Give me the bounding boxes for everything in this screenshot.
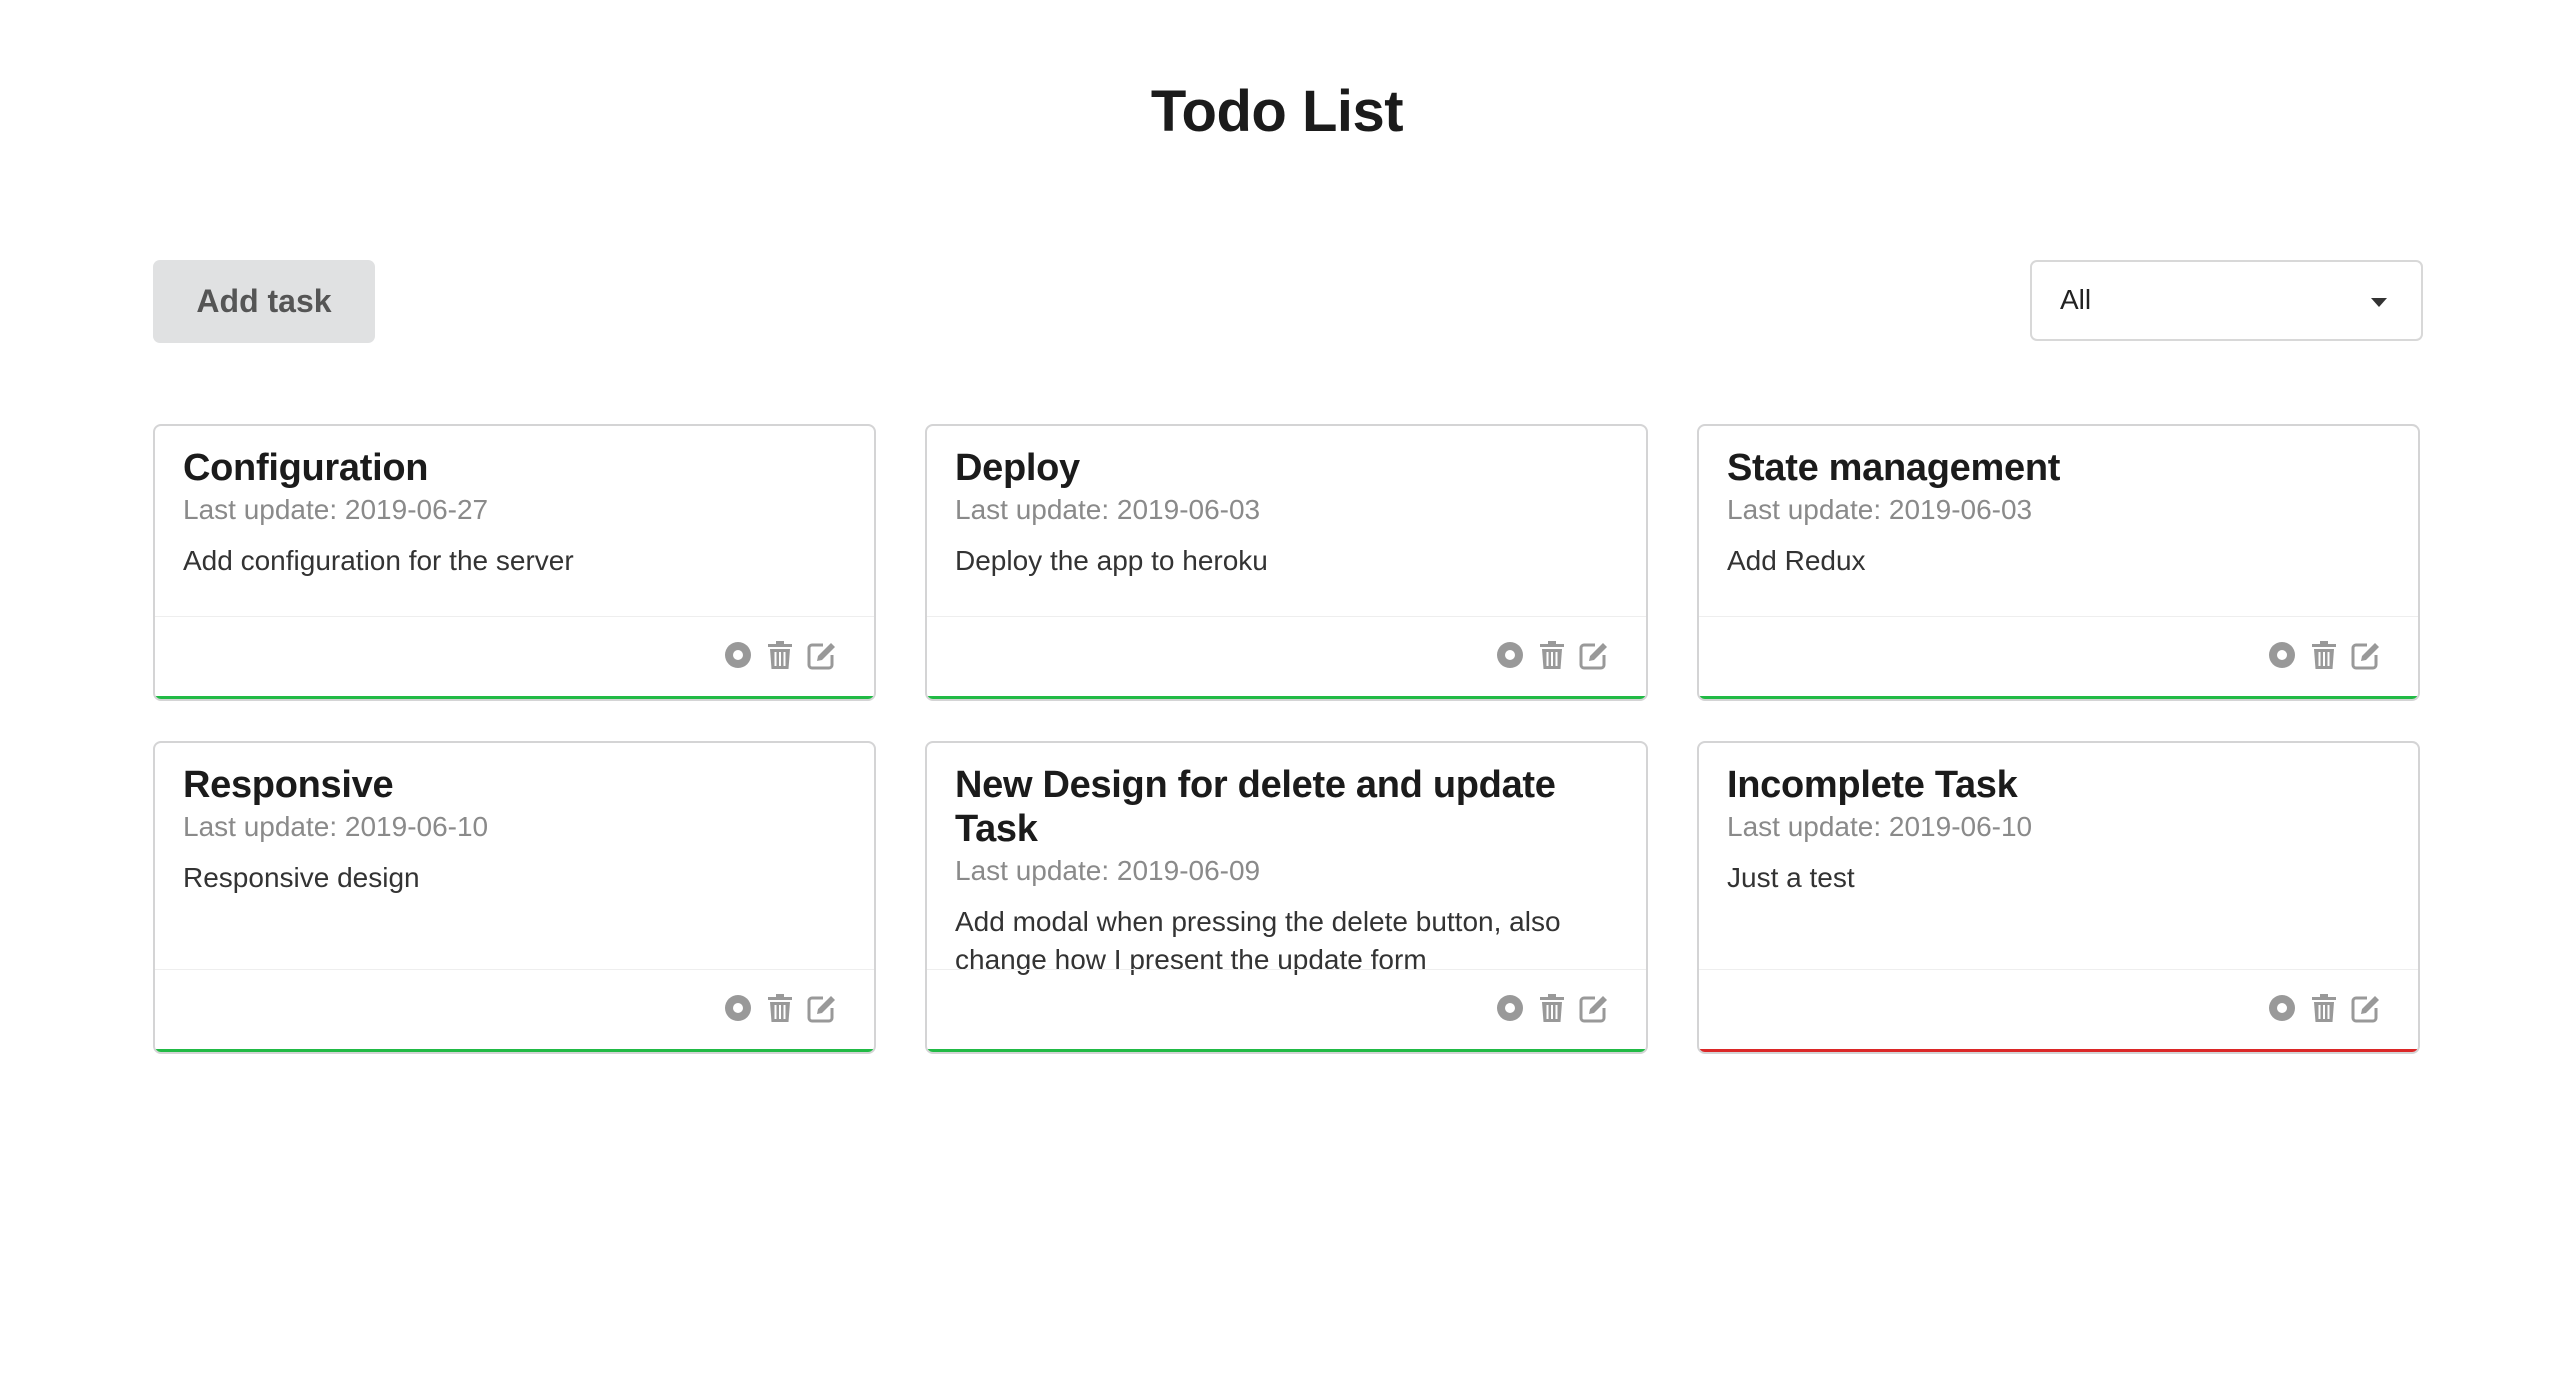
task-title: Deploy — [955, 447, 1080, 489]
task-card: New Design for delete and update Task La… — [925, 741, 1648, 1054]
circle-icon[interactable] — [1494, 639, 1526, 671]
task-card: Deploy Last update: 2019-06-03 Deploy th… — [925, 424, 1648, 701]
status-bar — [1699, 1049, 2418, 1052]
trash-icon[interactable] — [2308, 639, 2340, 671]
circle-icon[interactable] — [722, 992, 754, 1024]
status-bar — [927, 1049, 1646, 1052]
task-description: Deploy the app to heroku — [955, 545, 1268, 576]
task-card: Incomplete Task Last update: 2019-06-10 … — [1697, 741, 2420, 1054]
edit-icon[interactable] — [806, 639, 838, 671]
edit-icon[interactable] — [2350, 992, 2382, 1024]
status-filter-dropdown[interactable]: All — [2030, 260, 2423, 341]
task-last-update: Last update: 2019-06-03 — [955, 494, 1261, 525]
task-title: Configuration — [183, 447, 429, 489]
status-bar — [155, 696, 874, 699]
trash-icon[interactable] — [764, 992, 796, 1024]
circle-icon[interactable] — [2266, 992, 2298, 1024]
status-bar — [155, 1049, 874, 1052]
task-last-update: Last update: 2019-06-03 — [1727, 494, 2033, 525]
task-title: Incomplete Task — [1727, 764, 2018, 806]
task-title: New Design for delete and update Task — [955, 764, 1556, 850]
circle-icon[interactable] — [722, 639, 754, 671]
filter-selected-value: All — [2060, 284, 2092, 315]
edit-icon[interactable] — [2350, 639, 2382, 671]
task-description: Add configuration for the server — [183, 545, 574, 576]
task-description: Add Redux — [1727, 545, 1866, 576]
edit-icon[interactable] — [1578, 992, 1610, 1024]
task-last-update: Last update: 2019-06-09 — [955, 855, 1261, 886]
trash-icon[interactable] — [1536, 992, 1568, 1024]
add-task-button[interactable]: Add task — [153, 260, 375, 343]
task-card: Responsive Last update: 2019-06-10 Respo… — [153, 741, 876, 1054]
task-description: Add modal when pressing the delete butto… — [955, 906, 1561, 975]
task-description: Responsive design — [183, 862, 420, 893]
trash-icon[interactable] — [764, 639, 796, 671]
edit-icon[interactable] — [806, 992, 838, 1024]
circle-icon[interactable] — [1494, 992, 1526, 1024]
task-last-update: Last update: 2019-06-27 — [183, 494, 489, 525]
status-bar — [1699, 696, 2418, 699]
task-card: State management Last update: 2019-06-03… — [1697, 424, 2420, 701]
trash-icon[interactable] — [1536, 639, 1568, 671]
trash-icon[interactable] — [2308, 992, 2340, 1024]
task-last-update: Last update: 2019-06-10 — [1727, 811, 2033, 842]
caret-down-icon — [2371, 298, 2387, 307]
task-title: State management — [1727, 447, 2061, 489]
edit-icon[interactable] — [1578, 639, 1610, 671]
page-title: Todo List — [1150, 79, 1404, 144]
task-card: Configuration Last update: 2019-06-27 Ad… — [153, 424, 876, 701]
status-bar — [927, 696, 1646, 699]
task-last-update: Last update: 2019-06-10 — [183, 811, 489, 842]
task-title: Responsive — [183, 764, 394, 806]
circle-icon[interactable] — [2266, 639, 2298, 671]
task-description: Just a test — [1727, 862, 1855, 893]
